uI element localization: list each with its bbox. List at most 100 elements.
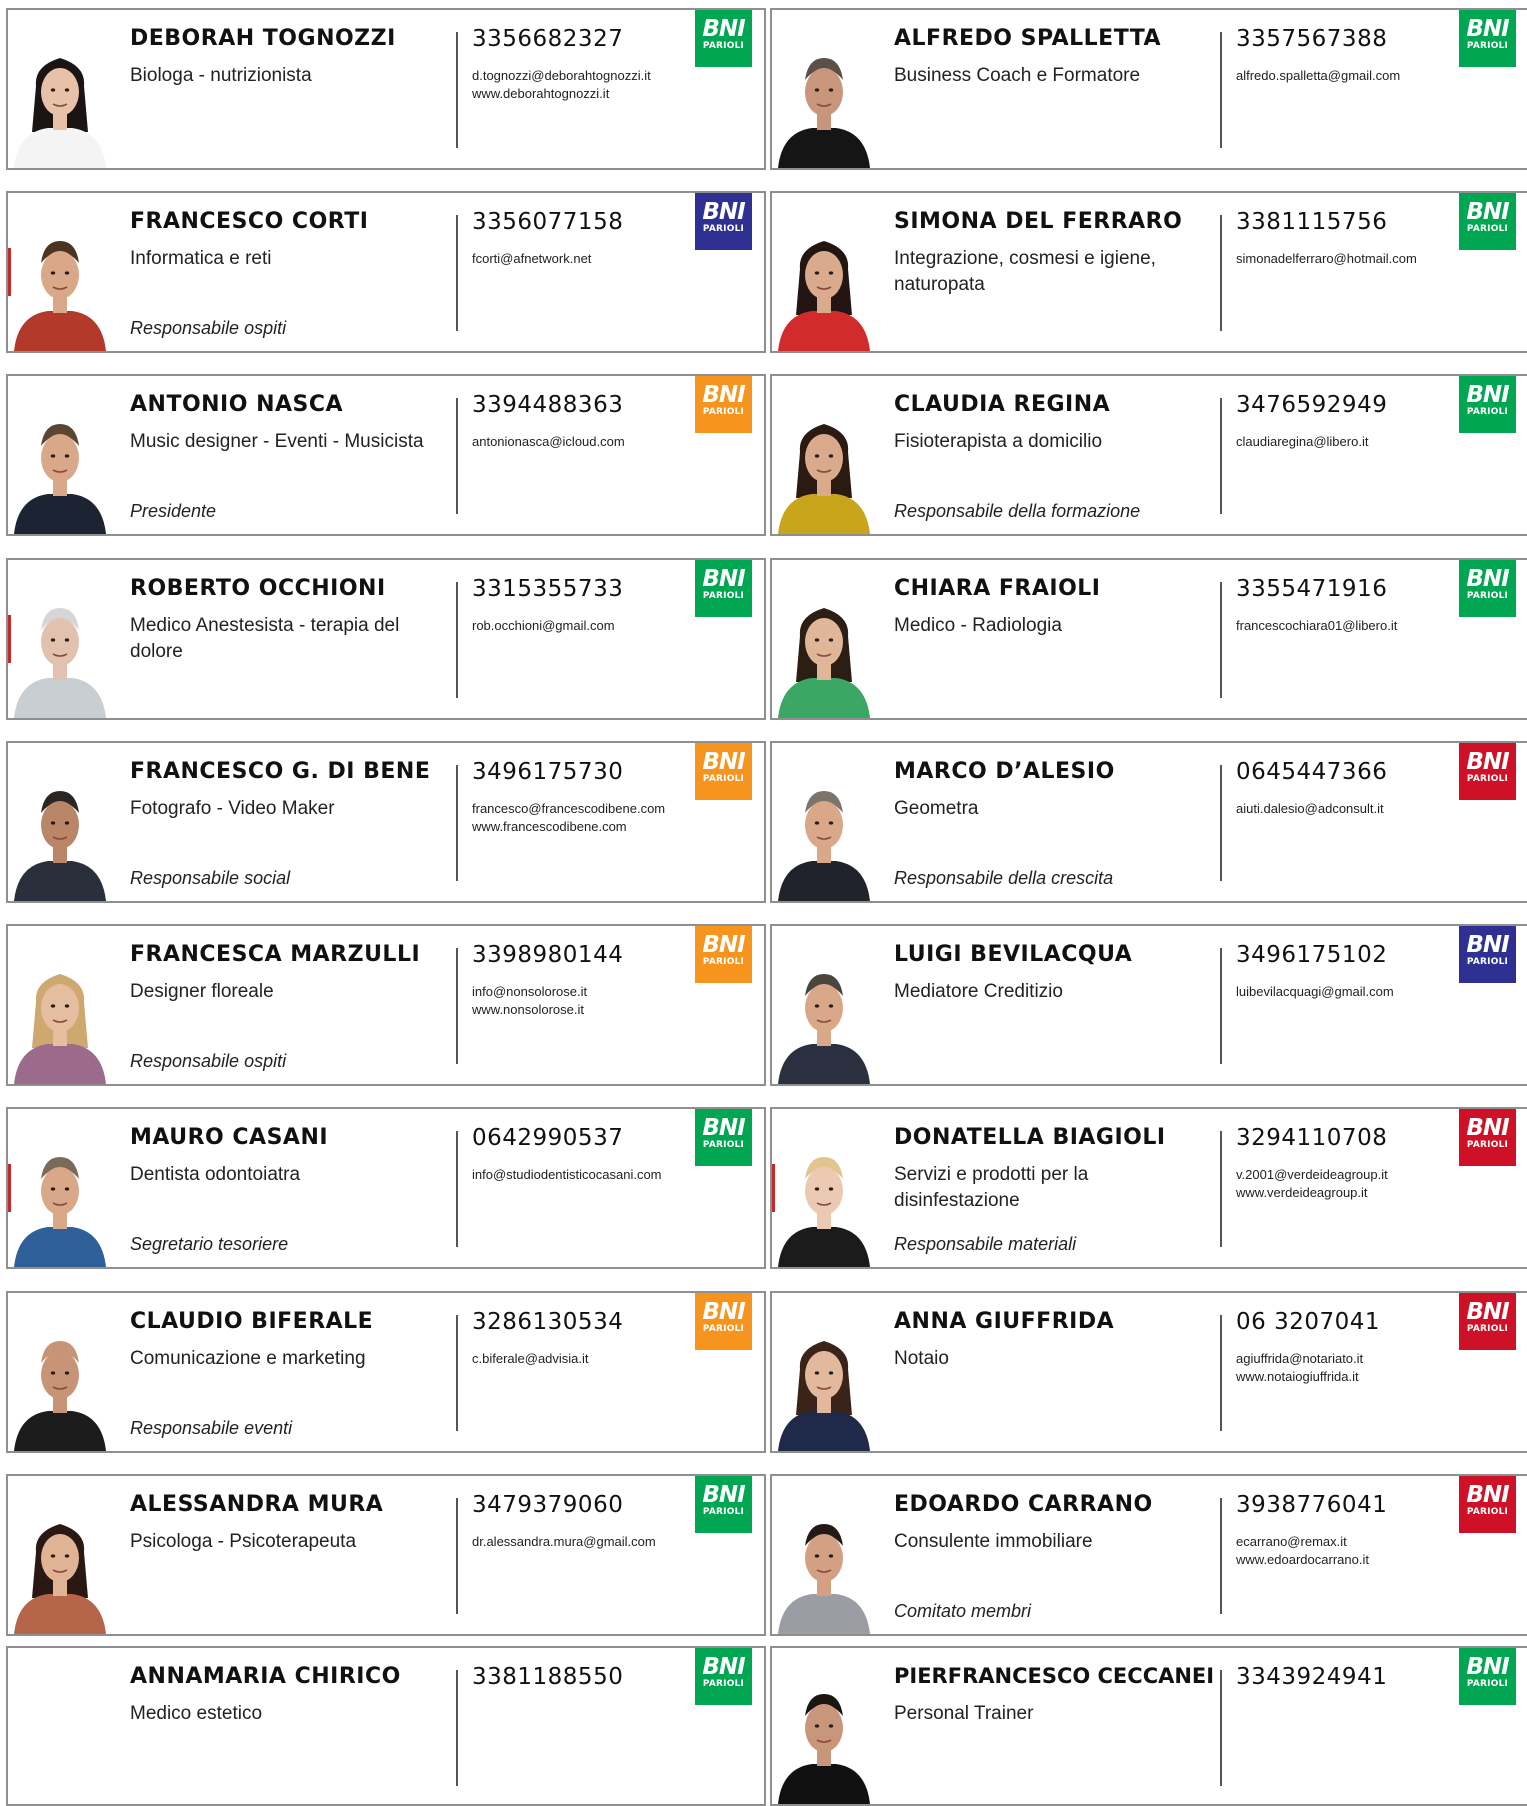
logo-subtext: PARIOLI	[1466, 591, 1509, 601]
member-email[interactable]: antonionasca@icloud.com	[472, 433, 702, 451]
logo-subtext: PARIOLI	[702, 957, 745, 967]
bni-parioli-logo-orange: BNI PARIOLI	[695, 1293, 752, 1350]
member-website[interactable]: www.verdeideagroup.it	[1236, 1184, 1466, 1202]
member-role: Responsabile materiali	[894, 1234, 1077, 1254]
bni-parioli-logo-green: BNI PARIOLI	[695, 1109, 752, 1166]
member-phone[interactable]: 3398980144	[472, 942, 623, 968]
member-website[interactable]: www.francescodibene.com	[472, 818, 702, 836]
member-phone[interactable]: 0642990537	[472, 1125, 623, 1151]
member-email[interactable]: dr.alessandra.mura@gmail.com	[472, 1533, 702, 1551]
member-email[interactable]: claudiaregina@libero.it	[1236, 433, 1466, 451]
member-card: PIERFRANCESCO CECCANEI Personal Trainer 33…	[770, 1646, 1527, 1806]
member-profession: Fotografo - Video Maker	[130, 798, 335, 819]
member-email[interactable]: d.tognozzi@deborahtognozzi.it	[472, 67, 702, 85]
logo-subtext: PARIOLI	[1466, 224, 1509, 234]
divider	[456, 948, 458, 1064]
divider	[1220, 948, 1222, 1064]
member-phone[interactable]: 3286130534	[472, 1309, 623, 1335]
member-phone[interactable]: 0645447366	[1236, 759, 1387, 785]
member-card: DEBORAH TOGNOZZI Biologa - nutrizionista 3…	[6, 8, 766, 170]
member-email[interactable]: c.biferale@advisia.it	[472, 1350, 702, 1368]
member-phone[interactable]: 3294110708	[1236, 1125, 1387, 1151]
member-profession: Comunicazione e marketing	[130, 1348, 366, 1369]
divider	[456, 398, 458, 514]
member-photo	[8, 402, 112, 534]
member-website[interactable]: www.nonsolorose.it	[472, 1001, 702, 1019]
member-name: FRANCESCO G. DI BENE	[130, 759, 431, 784]
member-card: CHIARA FRAIOLI Medico - Radiologia 3355471…	[770, 558, 1527, 720]
logo-text: BNI	[702, 566, 745, 592]
member-phone[interactable]: 3343924941	[1236, 1664, 1387, 1690]
member-website[interactable]: www.deborahtognozzi.it	[472, 85, 702, 103]
divider	[456, 32, 458, 148]
logo-text: BNI	[702, 749, 745, 775]
member-website[interactable]: www.notaiogiuffrida.it	[1236, 1368, 1466, 1386]
member-photo	[772, 586, 876, 718]
member-profession: Biologa - nutrizionista	[130, 65, 312, 86]
member-email[interactable]: francesco@francescodibene.com	[472, 800, 702, 818]
member-phone[interactable]: 3394488363	[472, 392, 623, 418]
member-phone[interactable]: 3476592949	[1236, 392, 1387, 418]
divider	[1220, 1498, 1222, 1614]
member-email[interactable]: francescochiara01@libero.it	[1236, 617, 1466, 635]
member-profession: Music designer - Eventi - Musicista	[130, 431, 424, 452]
bni-parioli-logo-green: BNI PARIOLI	[695, 1476, 752, 1533]
bni-parioli-logo-green: BNI PARIOLI	[1459, 193, 1516, 250]
member-email[interactable]: luibevilacquagi@gmail.com	[1236, 983, 1466, 1001]
logo-text: BNI	[702, 932, 745, 958]
member-profession: Integrazione, cosmesi e igiene, naturopa…	[894, 248, 1156, 295]
member-phone[interactable]: 3356077158	[472, 209, 623, 235]
member-phone[interactable]: 3315355733	[472, 576, 623, 602]
member-name: CLAUDIA REGINA	[894, 392, 1111, 417]
member-profession: Personal Trainer	[894, 1703, 1034, 1724]
bni-parioli-logo-orange: BNI PARIOLI	[695, 743, 752, 800]
member-phone[interactable]: 3496175730	[472, 759, 623, 785]
member-phone[interactable]: 3496175102	[1236, 942, 1387, 968]
member-phone[interactable]: 3357567388	[1236, 26, 1387, 52]
member-profession: Informatica e reti	[130, 248, 272, 269]
member-card: ANTONIO NASCA Music designer - Eventi - M…	[6, 374, 766, 536]
member-photo	[8, 586, 112, 718]
member-contacts: francesco@francescodibene.com www.frances…	[472, 800, 702, 836]
accent-mark	[8, 248, 11, 296]
member-phone[interactable]: 3381188550	[472, 1664, 623, 1690]
member-email[interactable]: alfredo.spalletta@gmail.com	[1236, 67, 1466, 85]
member-email[interactable]: info@nonsolorose.it	[472, 983, 702, 1001]
member-website[interactable]: www.edoardocarrano.it	[1236, 1551, 1466, 1569]
member-name: SIMONA DEL FERRARO	[894, 209, 1183, 234]
member-email[interactable]: aiuti.dalesio@adconsult.it	[1236, 800, 1466, 818]
member-card: FRANCESCO CORTI Informatica e reti Respons…	[6, 191, 766, 353]
member-name: MAURO CASANI	[130, 1125, 329, 1150]
member-phone[interactable]: 06 3207041	[1236, 1309, 1380, 1335]
member-card: ANNA GIUFFRIDA Notaio 06 3207041 agiuffrida…	[770, 1291, 1527, 1453]
member-contacts: d.tognozzi@deborahtognozzi.it www.deborah…	[472, 67, 702, 103]
logo-text: BNI	[1466, 1654, 1509, 1680]
logo-subtext: PARIOLI	[1466, 1679, 1509, 1689]
member-phone[interactable]: 3355471916	[1236, 576, 1387, 602]
member-email[interactable]: ecarrano@remax.it	[1236, 1533, 1466, 1551]
member-photo	[772, 1135, 876, 1267]
member-photo	[772, 1319, 876, 1451]
member-photo	[8, 36, 112, 168]
member-photo	[772, 952, 876, 1084]
bni-parioli-logo-green: BNI PARIOLI	[695, 10, 752, 67]
member-email[interactable]: info@studiodentisticocasani.com	[472, 1166, 702, 1184]
member-email[interactable]: agiuffrida@notariato.it	[1236, 1350, 1466, 1368]
bni-parioli-logo-red: BNI PARIOLI	[1459, 1476, 1516, 1533]
member-phone[interactable]: 3479379060	[472, 1492, 623, 1518]
member-phone[interactable]: 3356682327	[472, 26, 623, 52]
member-email[interactable]: v.2001@verdeideagroup.it	[1236, 1166, 1466, 1184]
divider	[1220, 398, 1222, 514]
member-name: PIERFRANCESCO CECCANEI	[894, 1664, 1215, 1688]
member-email[interactable]: rob.occhioni@gmail.com	[472, 617, 702, 635]
member-phone[interactable]: 3381115756	[1236, 209, 1387, 235]
logo-subtext: PARIOLI	[1466, 1507, 1509, 1517]
member-email[interactable]: simonadelferraro@hotmail.com	[1236, 250, 1466, 268]
logo-text: BNI	[1466, 1299, 1509, 1325]
logo-subtext: PARIOLI	[1466, 1324, 1509, 1334]
member-card: ALFREDO SPALLETTA Business Coach e Format…	[770, 8, 1527, 170]
divider	[1220, 582, 1222, 698]
member-phone[interactable]: 3938776041	[1236, 1492, 1387, 1518]
member-email[interactable]: fcorti@afnetwork.net	[472, 250, 702, 268]
member-profession: Geometra	[894, 798, 979, 819]
